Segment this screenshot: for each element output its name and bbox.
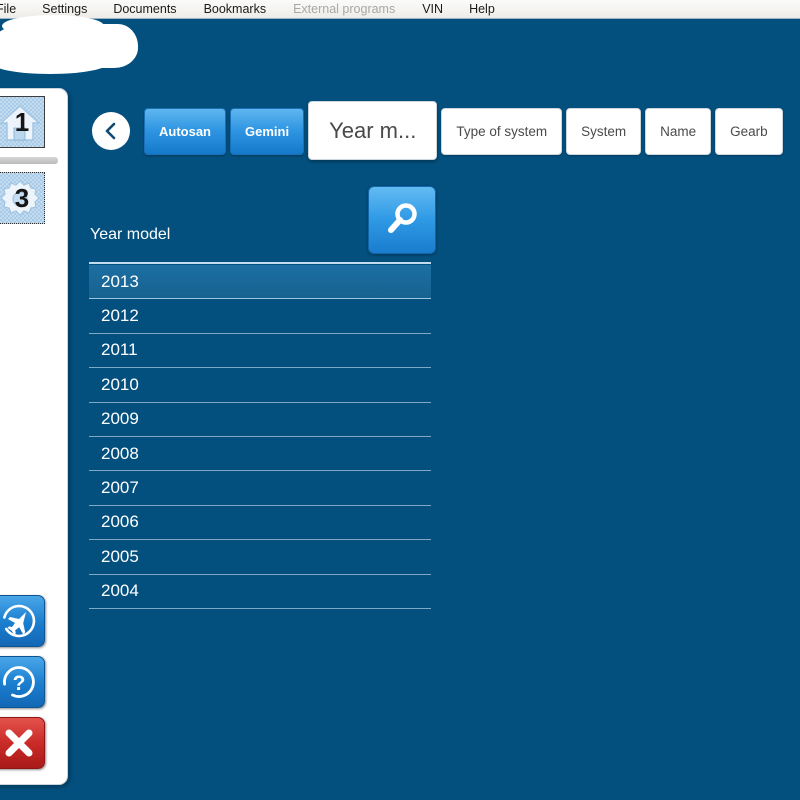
menu-bar: File Settings Documents Bookmarks Extern…	[0, 0, 800, 19]
table-row[interactable]: 2006	[89, 506, 431, 541]
tab-autosan[interactable]: Autosan	[144, 108, 226, 155]
sidebar-divider	[0, 157, 58, 164]
table-row[interactable]: 2010	[89, 368, 431, 403]
list-top-rule	[89, 262, 431, 264]
back-button[interactable]	[92, 112, 130, 150]
menu-item-documents[interactable]: Documents	[113, 0, 176, 18]
chevron-left-icon	[105, 122, 116, 140]
row-value: 2005	[101, 546, 139, 566]
table-row[interactable]: 2008	[89, 437, 431, 472]
airplane-globe-icon	[2, 604, 36, 638]
sidebar-button-close[interactable]	[0, 717, 45, 769]
sidebar-top-group: 1 3	[0, 96, 68, 224]
tab-gemini[interactable]: Gemini	[230, 108, 305, 155]
table-row[interactable]: 2012	[89, 299, 431, 334]
sidebar-item-1-number: 1	[14, 106, 30, 137]
sidebar-bottom-group: ?	[0, 595, 68, 778]
table-row[interactable]: 2005	[89, 540, 431, 575]
table-row[interactable]: 2009	[89, 403, 431, 437]
table-row[interactable]: 2013	[89, 265, 431, 300]
row-value: 2013	[101, 271, 139, 291]
breadcrumb-tab-bar: Autosan Gemini Year m... Type of system …	[88, 100, 800, 172]
row-value: 2012	[101, 306, 139, 326]
magnifier-icon	[388, 203, 417, 233]
table-row[interactable]: 2004	[89, 575, 431, 609]
menu-item-help[interactable]: Help	[469, 0, 495, 18]
table-row[interactable]: 2007	[89, 471, 431, 506]
tab-gearbox[interactable]: Gearb	[715, 108, 783, 155]
tab-system[interactable]: System	[566, 108, 642, 155]
close-x-icon	[5, 729, 33, 757]
table-row[interactable]: 2011	[89, 334, 431, 369]
year-model-list[interactable]: 2013 2012 2011 2010 2009 2008 2007 2006 …	[89, 262, 431, 609]
row-value: 2008	[101, 443, 139, 463]
search-button[interactable]	[368, 186, 436, 254]
svg-text:?: ?	[13, 672, 26, 695]
sidebar-item-1[interactable]: 1	[0, 96, 45, 148]
menu-item-external-programs: External programs	[293, 2, 396, 16]
row-value: 2004	[101, 581, 139, 601]
question-mark-icon: ?	[3, 666, 35, 698]
column-header-year-model: Year model	[90, 226, 171, 243]
tab-list: Autosan Gemini Year m... Type of system …	[144, 100, 787, 172]
sidebar-item-3[interactable]: 3	[0, 172, 45, 224]
row-value: 2007	[101, 478, 139, 498]
sidebar-item-3-number: 3	[14, 182, 30, 213]
redacted-region	[0, 15, 138, 74]
application-window: File Settings Documents Bookmarks Extern…	[0, 0, 800, 800]
sidebar-button-help[interactable]: ?	[0, 656, 45, 708]
sidebar-button-airplane-globe[interactable]	[0, 595, 45, 647]
menu-item-file[interactable]: File	[0, 0, 16, 18]
tab-year-model[interactable]: Year m...	[308, 101, 438, 160]
row-value: 2011	[101, 340, 138, 360]
tab-type-of-system[interactable]: Type of system	[441, 108, 563, 155]
menu-item-vin[interactable]: VIN	[422, 0, 443, 18]
left-sidebar: 1 3 ?	[0, 88, 68, 785]
row-value: 2006	[101, 512, 139, 532]
row-value: 2009	[101, 409, 139, 429]
menu-item-bookmarks[interactable]: Bookmarks	[204, 0, 267, 18]
row-value: 2010	[101, 374, 139, 394]
tab-name[interactable]: Name	[645, 108, 712, 155]
